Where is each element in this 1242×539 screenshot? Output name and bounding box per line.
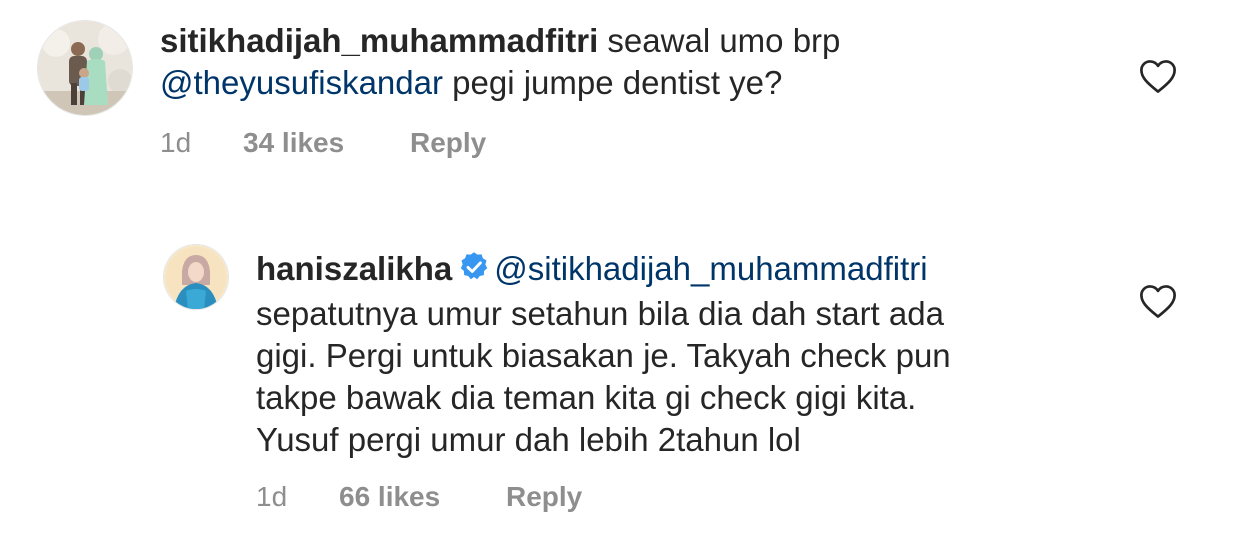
reply-button[interactable]: Reply [506, 480, 582, 514]
comment-text: seawal umo brp [598, 22, 841, 59]
likes-count[interactable]: 34 likes [243, 126, 410, 160]
comment-username[interactable]: sitikhadijah_muhammadfitri [160, 22, 598, 59]
comment-text: pegi jumpe dentist ye? [442, 64, 783, 101]
avatar[interactable] [37, 20, 133, 116]
reply-button[interactable]: Reply [410, 126, 486, 160]
comment-meta: 1d 34 likes Reply [160, 126, 486, 160]
mention-link[interactable]: @sitikhadijah_muhammadfitri [494, 250, 927, 287]
comment-time: 1d [160, 127, 192, 158]
comment-body: sitikhadijah_muhammadfitri seawal umo br… [160, 20, 1120, 104]
likes-count[interactable]: 66 likes [339, 480, 506, 514]
comment-text-line: takpe bawak dia teman kita gi check gigi… [256, 379, 917, 416]
verified-badge-icon [458, 251, 490, 293]
comment-meta: 1d 66 likes Reply [256, 480, 582, 514]
avatar[interactable] [163, 244, 229, 310]
heart-outline-icon[interactable] [1139, 284, 1177, 324]
comment-text-line: Yusuf pergi umur dah lebih 2tahun lol [256, 421, 801, 458]
comment-time: 1d [256, 481, 288, 512]
comment-text-line: sepatutnya umur setahun bila dia dah sta… [256, 295, 944, 332]
comment-username[interactable]: haniszalikha [256, 250, 452, 287]
heart-outline-icon[interactable] [1139, 59, 1177, 99]
mention-link[interactable]: @theyusufiskandar [160, 64, 443, 101]
comment-body: haniszalikha @sitikhadijah_muhammadfitri… [256, 248, 1116, 461]
comment-text-line: gigi. Pergi untuk biasakan je. Takyah ch… [256, 337, 951, 374]
